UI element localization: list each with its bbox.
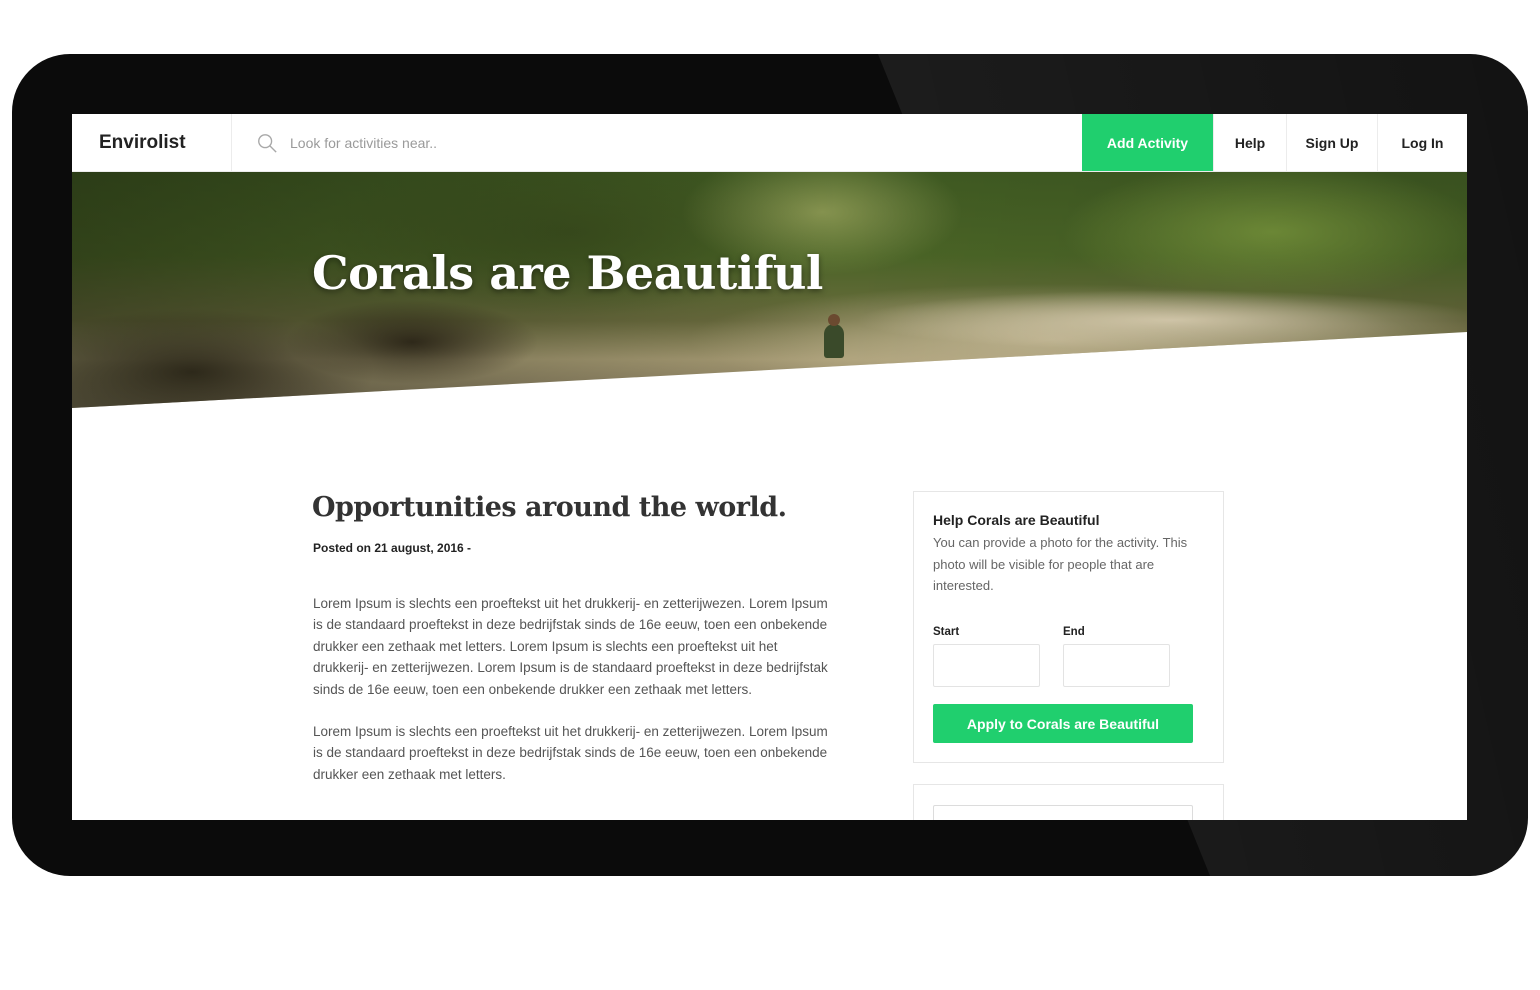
start-label: Start xyxy=(933,626,960,638)
apply-card: Help Corals are Beautiful You can provid… xyxy=(913,491,1224,763)
secondary-card-button[interactable] xyxy=(933,805,1193,820)
top-navbar: Envirolist Add Activity Help Sign Up Log… xyxy=(72,114,1467,172)
start-input[interactable] xyxy=(933,644,1040,687)
apply-button[interactable]: Apply to Corals are Beautiful xyxy=(933,704,1193,743)
article-title: Opportunities around the world. xyxy=(312,492,787,523)
hero-banner: Corals are Beautiful xyxy=(72,172,1467,408)
add-activity-button[interactable]: Add Activity xyxy=(1082,114,1213,171)
apply-card-text: You can provide a photo for the activity… xyxy=(933,535,1188,593)
browser-screen: Envirolist Add Activity Help Sign Up Log… xyxy=(72,114,1467,820)
post-date: Posted on 21 august, 2016 - xyxy=(313,541,472,555)
brand-logo[interactable]: Envirolist xyxy=(72,114,232,171)
date-fields: Start End xyxy=(933,626,1170,687)
end-input[interactable] xyxy=(1063,644,1170,687)
search-input[interactable] xyxy=(290,134,790,151)
search-icon xyxy=(258,133,277,153)
article-paragraph: Lorem Ipsum is slechts een proeftekst ui… xyxy=(313,596,828,697)
search-bar xyxy=(232,114,1082,171)
log-in-link[interactable]: Log In xyxy=(1377,114,1467,171)
end-label: End xyxy=(1063,626,1085,638)
end-field: End xyxy=(1063,626,1170,687)
help-link[interactable]: Help xyxy=(1213,114,1286,171)
secondary-card xyxy=(913,784,1224,820)
hero-title: Corals are Beautiful xyxy=(312,246,823,300)
hero-person-figure xyxy=(824,314,844,358)
sign-up-link[interactable]: Sign Up xyxy=(1286,114,1377,171)
apply-card-title: Help Corals are Beautiful xyxy=(933,512,1100,528)
article-paragraph: Lorem Ipsum is slechts een proeftekst ui… xyxy=(313,724,828,782)
start-field: Start xyxy=(933,626,1040,687)
